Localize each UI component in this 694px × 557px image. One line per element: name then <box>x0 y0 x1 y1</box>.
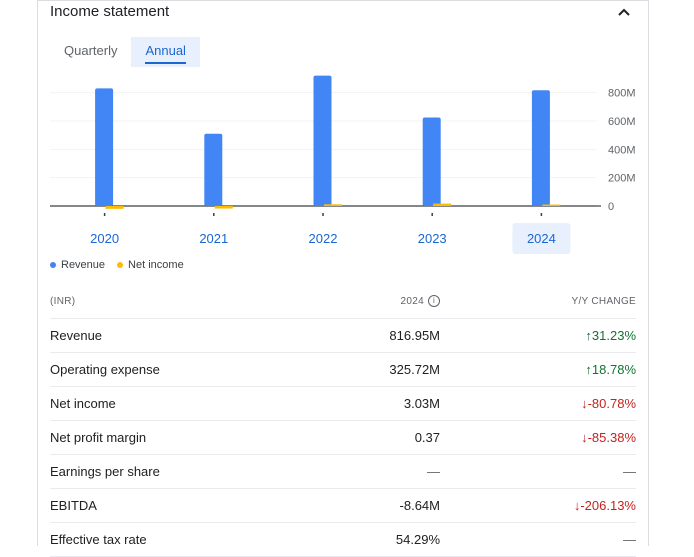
row-change: ↑18.78% <box>585 353 636 386</box>
y-tick-label: 800M <box>608 88 636 100</box>
x-tick-label[interactable]: 2022 <box>309 231 338 246</box>
table-row: EBITDA -8.64M ↓-206.13% <box>50 489 636 523</box>
row-value: 54.29% <box>395 532 440 547</box>
row-value: -8.64M <box>399 498 440 513</box>
y-tick-label: 400M <box>608 144 636 156</box>
period-tabs: Quarterly Annual <box>50 37 200 67</box>
row-label: Net profit margin <box>50 430 147 445</box>
row-label: Revenue <box>50 328 103 343</box>
net-income-bar <box>324 204 342 206</box>
row-value: — <box>427 464 440 479</box>
legend-revenue-label: Revenue <box>61 259 106 271</box>
income-table: (INR) 2024 i Y/Y CHANGE Revenue 816.95M ↑31… <box>50 285 636 557</box>
revenue-bar <box>313 75 332 206</box>
row-value: 3.03M <box>403 396 440 411</box>
table-row: Effective tax rate 54.29% — <box>50 523 636 557</box>
row-label: Operating expense <box>50 362 160 377</box>
income-bar-chart: 800M 600M 400M 200M 0 2020 2021 2022 2023 2024 <box>50 75 636 254</box>
y-tick-label: 600M <box>608 116 636 128</box>
revenue-bar <box>422 117 441 206</box>
yoy-change-header: Y/Y CHANGE <box>571 296 636 307</box>
x-tick-label[interactable]: 2024 <box>527 231 556 246</box>
change-value: -80.78% <box>587 396 636 411</box>
row-value: 0.37 <box>414 430 440 445</box>
row-change: — <box>623 532 636 547</box>
tab-annual[interactable]: Annual <box>131 37 200 67</box>
currency-label: (INR) <box>50 296 76 307</box>
row-value: 325.72M <box>389 362 440 377</box>
row-label: EBITDA <box>50 498 97 513</box>
change-value: -206.13% <box>580 498 636 513</box>
change-value: 31.23% <box>591 328 636 343</box>
legend-revenue: Revenue <box>50 259 105 271</box>
info-icon[interactable]: i <box>428 295 440 308</box>
year-header-label: 2024 <box>400 296 424 307</box>
table-row: Earnings per share — — <box>50 455 636 489</box>
net-income-bar <box>542 204 561 206</box>
x-tick-label[interactable]: 2020 <box>90 231 119 246</box>
net-income-dot-icon <box>117 262 124 268</box>
tab-quarterly[interactable]: Quarterly <box>50 37 131 67</box>
legend-net-income: Net income <box>117 259 184 271</box>
revenue-dot-icon <box>50 262 56 268</box>
y-tick-label: 0 <box>608 201 614 213</box>
row-change: ↓-85.38% <box>581 421 636 454</box>
row-label: Net income <box>50 396 116 411</box>
revenue-bar <box>204 133 223 206</box>
legend-net-income-label: Net income <box>128 259 184 271</box>
change-value: -85.38% <box>587 430 636 445</box>
x-tick-label[interactable]: 2021 <box>199 231 228 246</box>
table-row: Net profit margin 0.37 ↓-85.38% <box>50 421 636 455</box>
net-income-bar <box>433 203 452 206</box>
year-header: 2024 i <box>401 285 440 318</box>
income-statement-card: Income statement Quarterly Annual 800M 60… <box>37 0 649 557</box>
revenue-bar <box>531 90 550 206</box>
table-row: Revenue 816.95M ↑31.23% <box>50 319 636 353</box>
table-row: Operating expense 325.72M ↑18.78% <box>50 353 636 387</box>
table-row: Net income 3.03M ↓-80.78% <box>50 387 636 421</box>
row-value: 816.95M <box>389 328 440 343</box>
collapse-chevron-up-icon[interactable] <box>614 2 634 22</box>
row-change: — <box>623 464 636 479</box>
table-header: (INR) 2024 i Y/Y CHANGE <box>50 285 636 319</box>
change-value: 18.78% <box>591 362 636 377</box>
net-income-bar <box>105 206 124 209</box>
row-label: Effective tax rate <box>50 532 147 547</box>
x-tick-label[interactable]: 2023 <box>418 231 447 246</box>
row-change: ↓-206.13% <box>574 489 636 522</box>
row-change: ↑31.23% <box>585 319 636 352</box>
card-title: Income statement <box>50 3 170 20</box>
revenue-bar <box>95 88 114 206</box>
row-change: ↓-80.78% <box>581 387 636 420</box>
y-tick-label: 200M <box>608 173 636 185</box>
chart-legend: Revenue Net income <box>50 259 184 271</box>
net-income-bar <box>214 206 233 209</box>
row-label: Earnings per share <box>50 464 160 479</box>
divider <box>38 0 648 1</box>
